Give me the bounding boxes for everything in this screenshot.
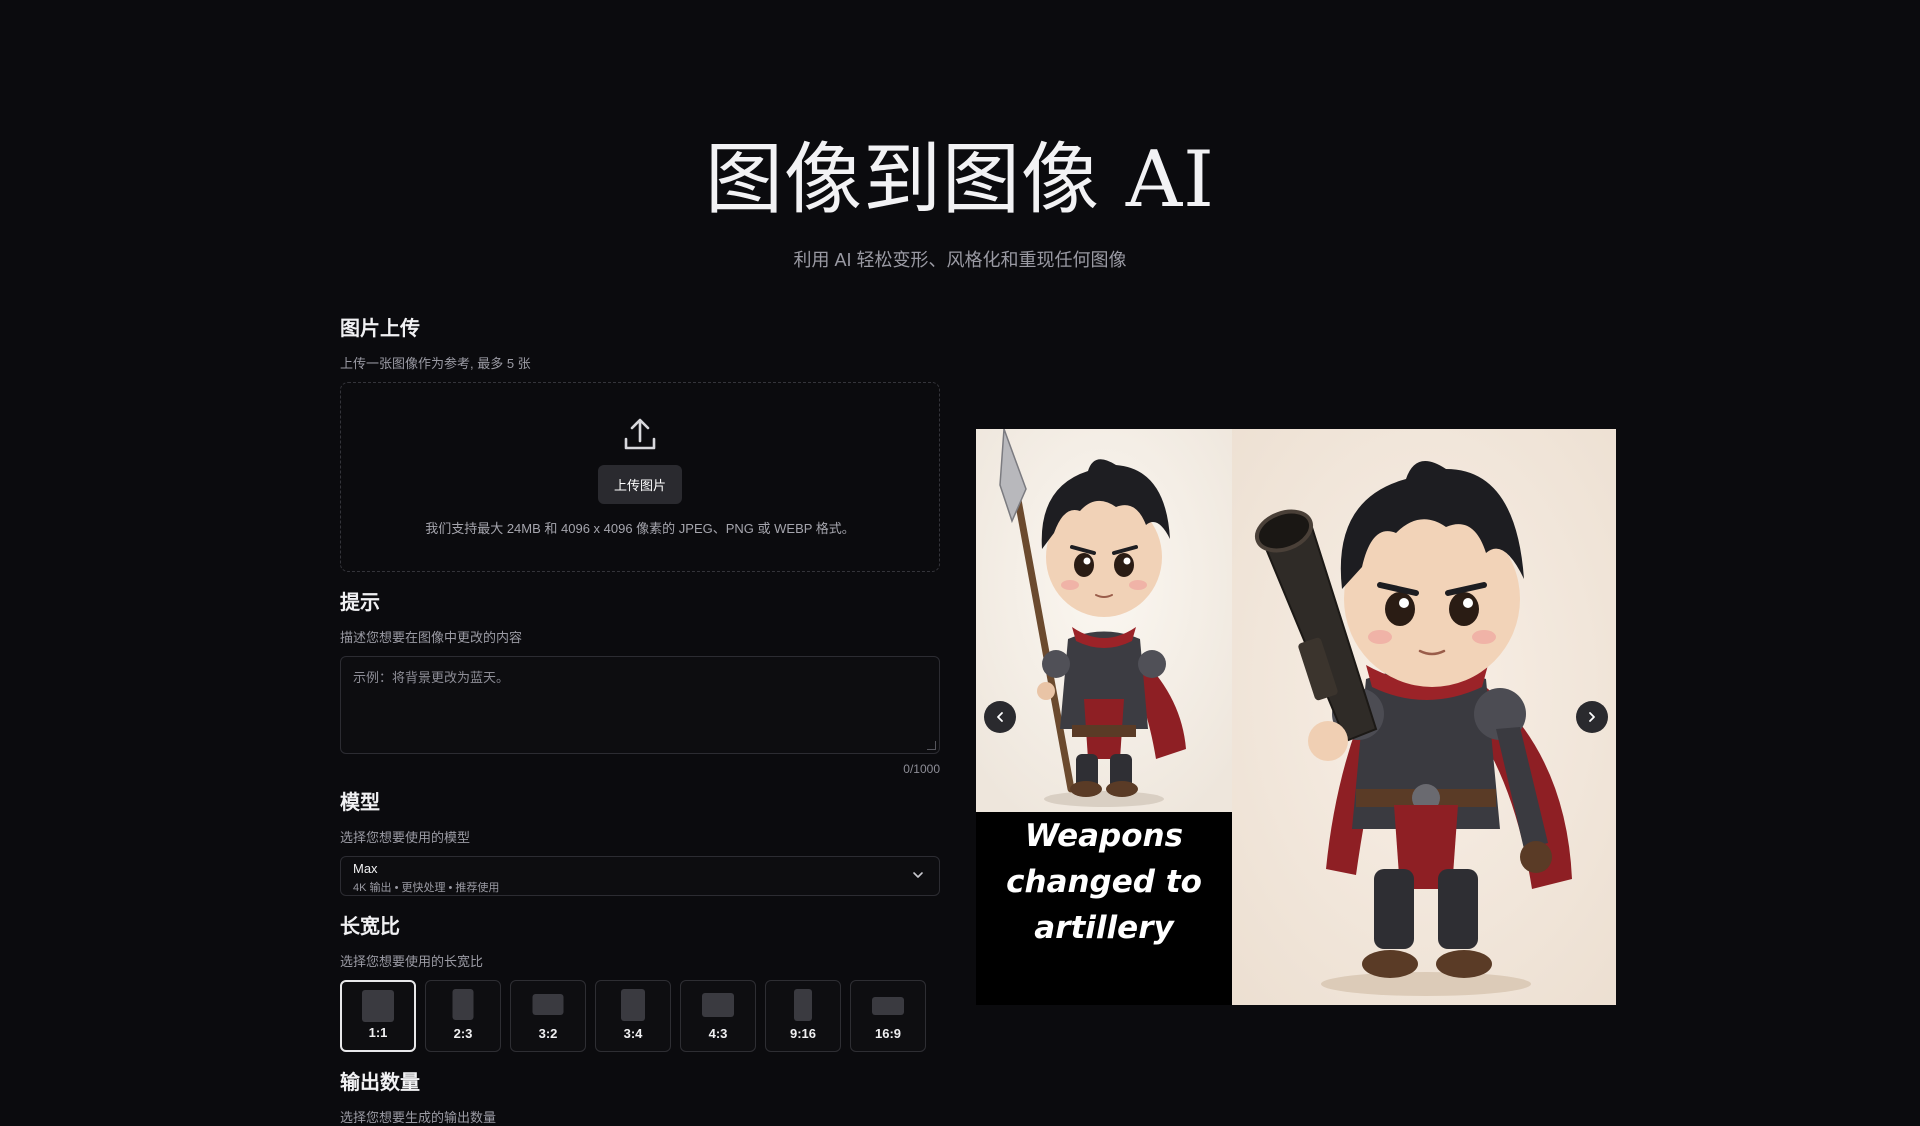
output-count-title: 输出数量 [340,1072,420,1094]
chevron-down-icon [913,872,923,878]
after-image [1232,429,1616,1005]
model-selected-detail: 4K 输出 • 更快处理 • 推荐使用 [353,882,500,894]
model-title: 模型 [340,792,380,814]
prompt-title: 提示 [340,592,380,614]
upload-title: 图片上传 [340,318,420,340]
page-subtitle: 利用 AI 轻松变形、风格化和重现任何图像 [793,250,1127,270]
aspect-ratio-section: 长宽比 选择您想要使用的长宽比 1:1 2:3 3:2 3:4 4:3 9:16… [340,910,940,1052]
upload-dropzone[interactable]: 上传图片 我们支持最大 24MB 和 4096 x 4096 像素的 JPEG、… [340,382,940,572]
upload-icon [624,418,656,450]
prompt-placeholder: 示例：将背景更改为蓝天。 [353,670,510,685]
ratio-label: 4:3 [708,1026,728,1041]
caption-line: Weapons [1024,818,1184,854]
ratio-shape-icon [702,993,734,1017]
ratio-shape-icon [452,989,474,1020]
ratio-label: 9:16 [789,1026,817,1041]
caption-line: changed to [1006,864,1202,900]
prompt-description: 描述您想要在图像中更改的内容 [340,630,523,645]
prompt-char-counter: 0/1000 [903,762,940,776]
ratio-option-4-3[interactable]: 4:3 [680,980,756,1052]
output-count-section: 输出数量 选择您想要生成的输出数量 [340,1066,940,1126]
ratio-label: 3:2 [538,1026,558,1041]
ratio-option-3-4[interactable]: 3:4 [595,980,671,1052]
carousel-prev-button[interactable] [984,701,1016,733]
output-count-description: 选择您想要生成的输出数量 [340,1110,497,1125]
prompt-section: 提示 描述您想要在图像中更改的内容 示例：将背景更改为蓝天。 0/1000 [340,586,940,776]
carousel-caption: Weapons changed to artillery [976,813,1232,951]
aspect-ratio-title: 长宽比 [340,916,400,938]
ratio-option-1-1[interactable]: 1:1 [340,980,416,1052]
ratio-option-9-16[interactable]: 9:16 [765,980,841,1052]
prompt-textarea[interactable]: 示例：将背景更改为蓝天。 [340,656,940,754]
hero: 图像到图像 AI 利用 AI 轻松变形、风格化和重现任何图像 [0,130,1920,272]
upload-description: 上传一张图像作为参考, 最多 5 张 [340,356,531,371]
chevron-right-icon [1589,712,1595,722]
ratio-option-16-9[interactable]: 16:9 [850,980,926,1052]
ratio-label: 1:1 [368,1025,388,1040]
ratio-shape-icon [794,989,812,1021]
ratio-option-3-2[interactable]: 3:2 [510,980,586,1052]
page-title: 图像到图像 AI [705,135,1215,225]
model-description: 选择您想要使用的模型 [340,830,471,845]
aspect-ratio-options: 1:1 2:3 3:2 3:4 4:3 9:16 16:9 [340,980,940,1052]
caption-line: artillery [1034,910,1174,946]
upload-hint: 我们支持最大 24MB 和 4096 x 4096 像素的 JPEG、PNG 或… [425,521,855,536]
settings-panel: 图片上传 上传一张图像作为参考, 最多 5 张 上传图片 我们支持最大 24MB… [340,312,940,1126]
ratio-label: 3:4 [623,1026,643,1041]
example-carousel: Weapons changed to artillery [976,429,1616,1005]
before-image [976,429,1232,812]
upload-section: 图片上传 上传一张图像作为参考, 最多 5 张 上传图片 我们支持最大 24MB… [340,312,940,572]
model-section: 模型 选择您想要使用的模型 Max 4K 输出 • 更快处理 • 推荐使用 [340,786,940,896]
carousel-next-button[interactable] [1576,701,1608,733]
ratio-label: 2:3 [453,1026,473,1041]
chevron-left-icon [997,712,1003,722]
upload-image-button[interactable]: 上传图片 [597,465,682,504]
ratio-shape-icon [872,997,904,1015]
ratio-shape-icon [532,994,564,1015]
ratio-option-2-3[interactable]: 2:3 [425,980,501,1052]
model-selected-name: Max [353,861,378,876]
ratio-label: 16:9 [874,1026,902,1041]
ratio-shape-icon [362,990,394,1022]
aspect-ratio-description: 选择您想要使用的长宽比 [340,954,484,969]
model-select[interactable]: Max 4K 输出 • 更快处理 • 推荐使用 [340,856,940,896]
resize-handle-icon[interactable] [927,741,936,750]
ratio-shape-icon [621,989,645,1021]
